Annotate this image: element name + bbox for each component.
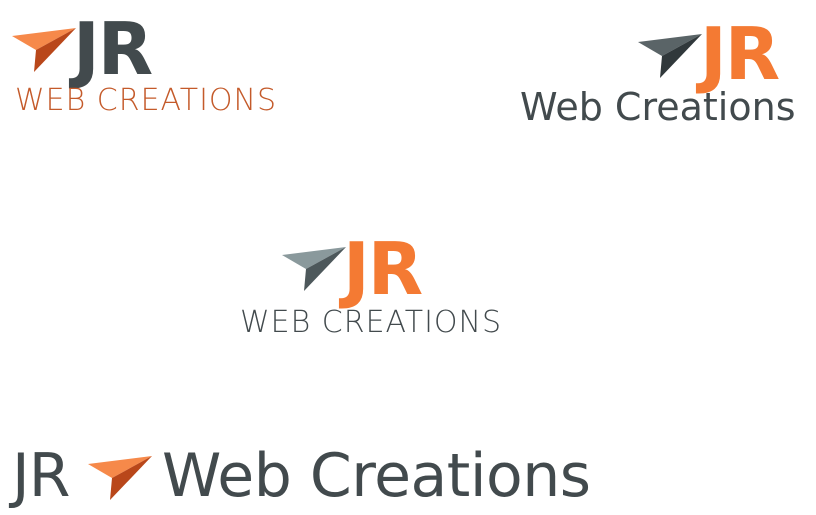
paper-plane-icon xyxy=(282,247,346,291)
logo-tagline: WEB CREATIONS xyxy=(240,305,503,340)
logo-tagline: Web Creations xyxy=(162,441,591,511)
logo-mark: JR xyxy=(700,12,780,96)
logo-center: JR WEB CREATIONS xyxy=(230,225,530,345)
logo-mark: JR xyxy=(343,227,423,311)
logo-bottom-horizontal: JR Web Creations xyxy=(0,430,620,515)
logo-tagline: Web Creations xyxy=(520,85,796,129)
paper-plane-icon xyxy=(12,28,76,72)
logo-mark: JR xyxy=(12,441,70,511)
logo-mark: JR xyxy=(73,7,153,91)
paper-plane-icon xyxy=(88,456,152,500)
logo-variations-sheet: { "colors": { "charcoal": "#424a4d", "or… xyxy=(0,0,816,515)
paper-plane-icon xyxy=(638,34,702,78)
logo-top-right: JR Web Creations xyxy=(500,0,810,140)
logo-tagline: WEB CREATIONS xyxy=(15,83,278,118)
logo-top-left: JR WEB CREATIONS xyxy=(0,0,300,130)
